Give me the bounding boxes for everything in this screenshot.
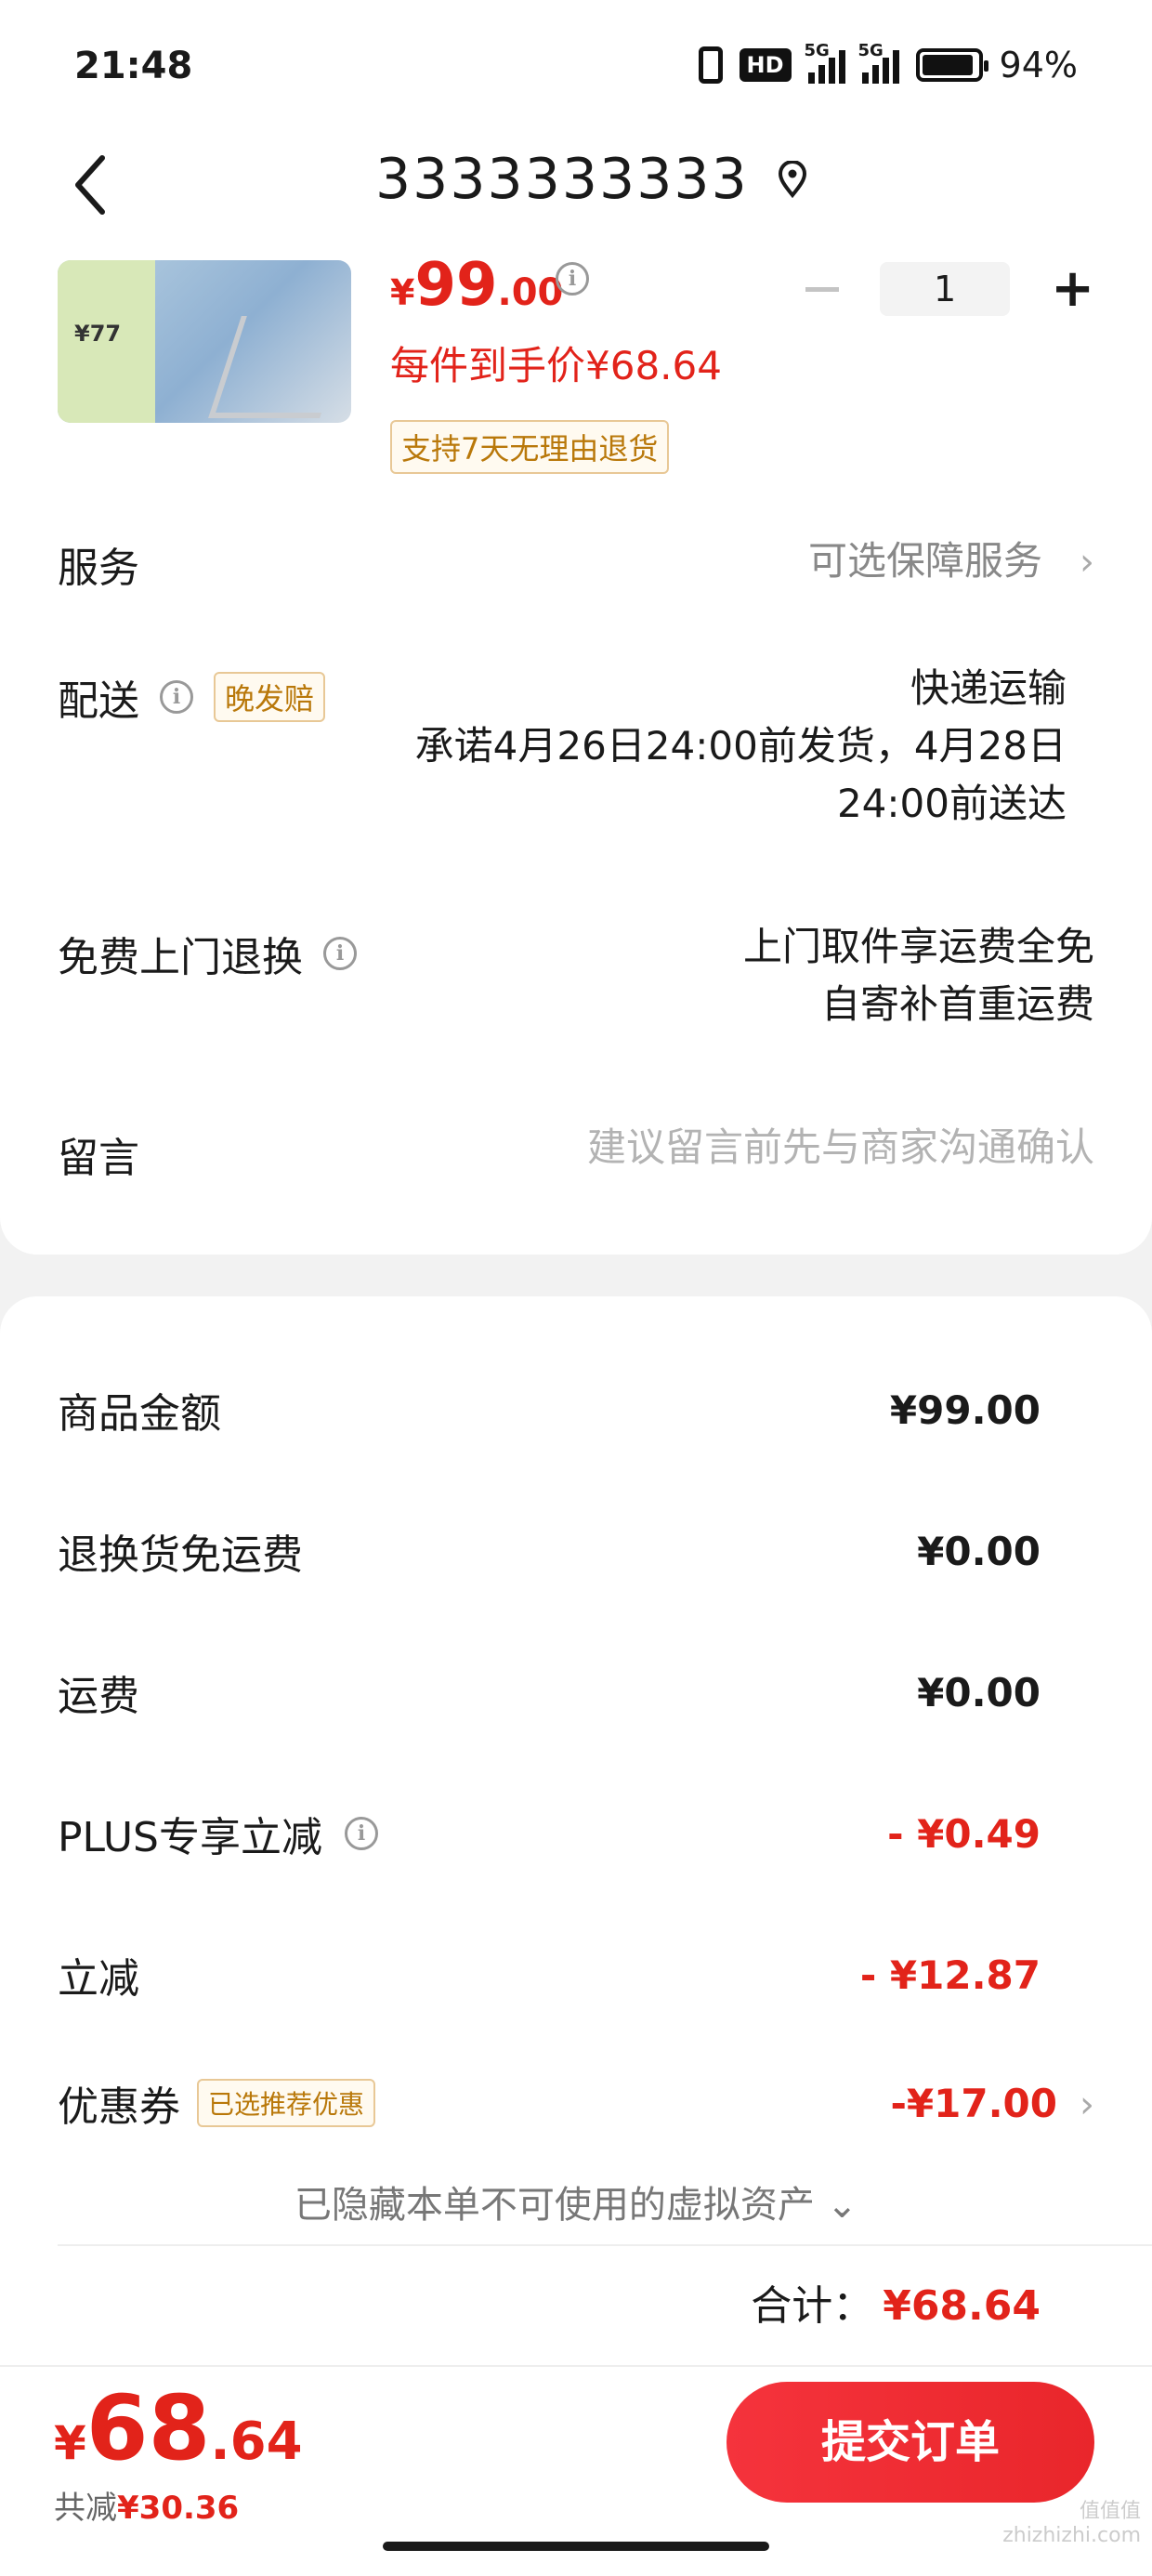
message-row: 留言 建议留言前先与商家沟通确认: [58, 1124, 1094, 1184]
delivery-promise-line1: 承诺4月26日24:00前发货，4月28日: [414, 723, 1067, 769]
price-row-label: 商品金额: [58, 1390, 221, 1438]
quantity-plus-button[interactable]: +: [1051, 263, 1094, 315]
nav-header: 3333333333: [0, 130, 1152, 242]
message-label: 留言: [58, 1135, 139, 1182]
hidden-assets-toggle[interactable]: 已隐藏本单不可使用的虚拟资产 ⌄: [0, 2175, 1152, 2228]
product-thumbnail[interactable]: ¥77: [58, 260, 351, 423]
thumbnail-promo-tag: ¥77: [58, 260, 155, 423]
quantity-value[interactable]: 1: [880, 262, 1011, 316]
status-time: 21:48: [74, 45, 193, 87]
delivery-method: 快递运输: [910, 665, 1067, 711]
price-row-instant-discount: 立减 - ¥12.87: [58, 1945, 1041, 2004]
page-title: 3333333333: [375, 147, 749, 212]
watermark: 值值值 zhizhizhi.com: [1002, 2500, 1141, 2547]
home-indicator[interactable]: [383, 2542, 769, 2551]
quantity-stepper: 1 +: [805, 262, 1094, 316]
price-row-label: 优惠券: [58, 2083, 180, 2131]
divider: [58, 2244, 1152, 2246]
vibrate-icon: [698, 46, 723, 84]
battery-percent: 94%: [999, 45, 1078, 85]
quantity-minus-button[interactable]: [805, 286, 840, 292]
status-icons: HD 5G 5G 94%: [698, 41, 1078, 85]
price-row-return-shipping: 退换货免运费 ¥0.00: [58, 1521, 1041, 1581]
status-bar: 21:48 HD 5G 5G 94%: [0, 0, 1152, 130]
price-row-value: -¥17.00: [890, 2080, 1057, 2126]
price-row-label: PLUS专享立减: [58, 1814, 322, 1861]
price-row-goods: 商品金额 ¥99.00: [58, 1380, 1041, 1439]
hd-voice-icon: HD: [739, 48, 792, 82]
delivery-info-icon[interactable]: i: [160, 680, 193, 714]
back-button[interactable]: [65, 152, 121, 217]
service-label: 服务: [58, 545, 139, 592]
order-detail-card: ¥77 ¥99.00 i 1 + 每件到手价¥68.64 支持7天无理由退货 服…: [0, 242, 1152, 1255]
free-return-line2: 自寄补首重运费: [820, 981, 1094, 1027]
chevron-right-icon: ›: [1080, 2083, 1094, 2126]
late-compensation-tag: 晚发赔: [214, 672, 326, 722]
product-price: ¥99.00: [390, 251, 564, 320]
price-row-value: - ¥0.49: [887, 1810, 1041, 1857]
chevron-down-icon: ⌄: [826, 2184, 858, 2227]
order-total: 合计： ¥68.64: [751, 2272, 1041, 2332]
free-return-row[interactable]: 免费上门退换 i 上门取件享运费全免 自寄补首重运费: [58, 924, 1094, 1027]
total-label: 合计：: [751, 2282, 874, 2330]
battery-icon: [915, 48, 988, 82]
price-row-shipping: 运费 ¥0.00: [58, 1663, 1041, 1722]
per-item-price: 每件到手价¥68.64: [390, 343, 722, 388]
delivery-label: 配送: [58, 677, 139, 725]
price-row-label: 退换货免运费: [58, 1531, 303, 1579]
message-input[interactable]: 建议留言前先与商家沟通确认: [587, 1119, 1094, 1176]
service-value: 可选保障服务: [807, 538, 1042, 584]
total-reduction: 共减¥30.36: [54, 2490, 240, 2527]
signal-5g-icon-2: 5G: [858, 41, 899, 84]
free-return-label: 免费上门退换: [58, 934, 303, 981]
location-pin-icon: [778, 161, 806, 198]
submit-order-button[interactable]: 提交订单: [727, 2382, 1094, 2503]
price-row-coupon[interactable]: 优惠券 已选推荐优惠 -¥17.00 ›: [58, 2073, 1094, 2133]
signal-5g-icon: 5G: [805, 41, 845, 84]
price-row-label: 立减: [58, 1955, 139, 2003]
hidden-assets-note: 已隐藏本单不可使用的虚拟资产: [294, 2184, 815, 2227]
free-return-info-icon[interactable]: i: [323, 937, 357, 970]
free-return-line1: 上门取件享运费全免: [742, 924, 1094, 969]
price-row-value: ¥0.00: [917, 1669, 1041, 1715]
return-policy-badge: 支持7天无理由退货: [390, 420, 670, 474]
plus-discount-info-icon[interactable]: i: [345, 1817, 378, 1850]
thumbnail-product-image: [208, 316, 351, 418]
price-summary-card: 商品金额 ¥99.00 退换货免运费 ¥0.00 运费 ¥0.00 PLUS专享…: [0, 1296, 1152, 2365]
price-info-icon[interactable]: i: [556, 262, 589, 296]
coupon-recommended-tag: 已选推荐优惠: [197, 2079, 376, 2127]
checkout-price: ¥68.64: [54, 2376, 303, 2480]
chevron-right-icon: ›: [1080, 541, 1094, 584]
delivery-promise-line2: 24:00前送达: [836, 781, 1067, 826]
price-row-value: - ¥12.87: [859, 1952, 1041, 1998]
service-row[interactable]: 服务 可选保障服务 ›: [58, 534, 1094, 594]
price-row-plus-discount: PLUS专享立减 i - ¥0.49: [58, 1804, 1041, 1863]
price-row-label: 运费: [58, 1673, 139, 1720]
chevron-left-icon: [75, 155, 105, 215]
total-amount: ¥68.64: [883, 2282, 1041, 2330]
delivery-row[interactable]: 配送 i 晚发赔 快递运输 承诺4月26日24:00前发货，4月28日 24:0…: [58, 665, 1094, 826]
price-row-value: ¥99.00: [889, 1387, 1041, 1433]
price-row-value: ¥0.00: [917, 1528, 1041, 1574]
